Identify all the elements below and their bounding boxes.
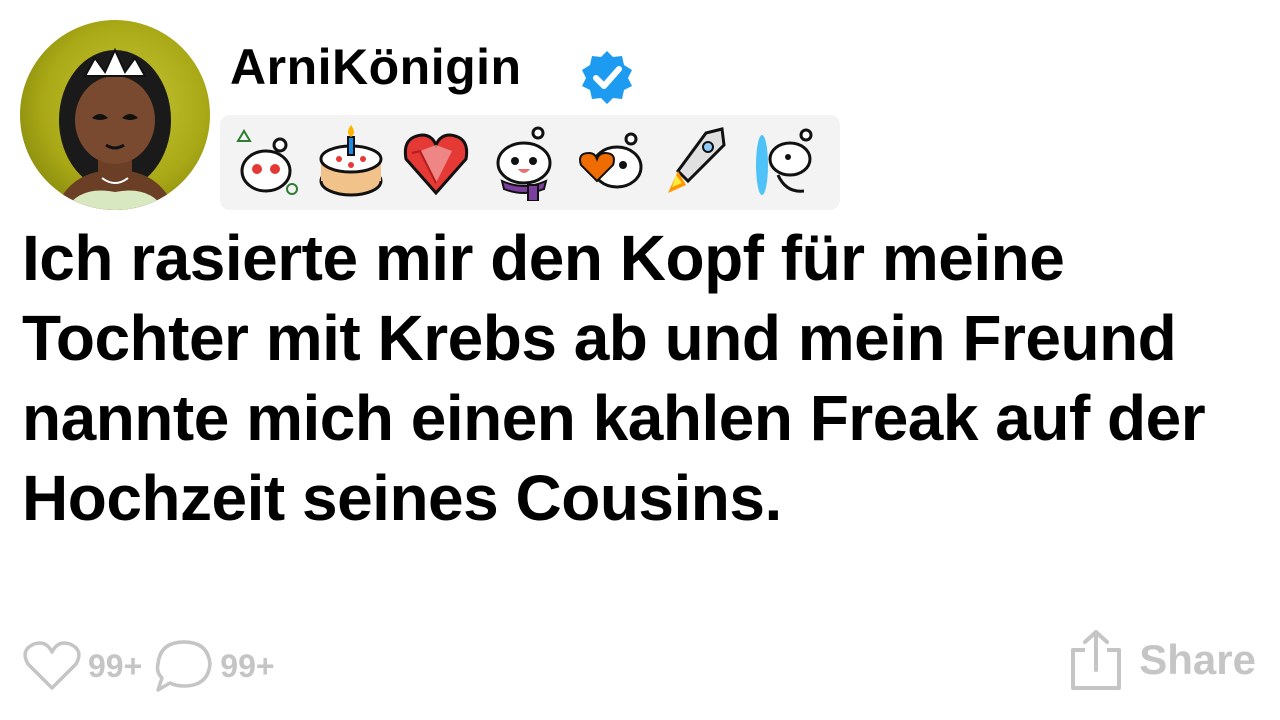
post-title: Ich rasierte mir den Kopf für meine Toch… bbox=[22, 222, 1206, 534]
heart-icon[interactable] bbox=[20, 638, 84, 694]
like-count: 99+ bbox=[88, 647, 143, 684]
snoo-heart-award-icon[interactable] bbox=[575, 123, 647, 201]
avatar[interactable] bbox=[20, 20, 210, 210]
share-label: Share bbox=[1139, 636, 1256, 683]
rocket-award-icon[interactable] bbox=[662, 123, 734, 201]
verified-badge-icon bbox=[582, 51, 632, 104]
share-icon bbox=[1071, 630, 1122, 690]
comment-icon[interactable] bbox=[152, 638, 216, 694]
snoo-scarf-award-icon[interactable] bbox=[488, 123, 560, 201]
engagement-bar: 99+ 99+ bbox=[20, 636, 285, 696]
princess-avatar-icon bbox=[55, 47, 175, 210]
share-button[interactable]: Share bbox=[1067, 628, 1256, 692]
comment-count: 99+ bbox=[220, 647, 275, 684]
snoo-party-award-icon[interactable] bbox=[230, 123, 302, 201]
cake-award-icon[interactable] bbox=[315, 123, 387, 201]
award-strip bbox=[220, 115, 840, 210]
crystal-heart-award-icon[interactable] bbox=[400, 123, 472, 201]
snoo-portal-award-icon[interactable] bbox=[748, 123, 820, 201]
username[interactable]: ArniKönigin bbox=[230, 42, 522, 92]
